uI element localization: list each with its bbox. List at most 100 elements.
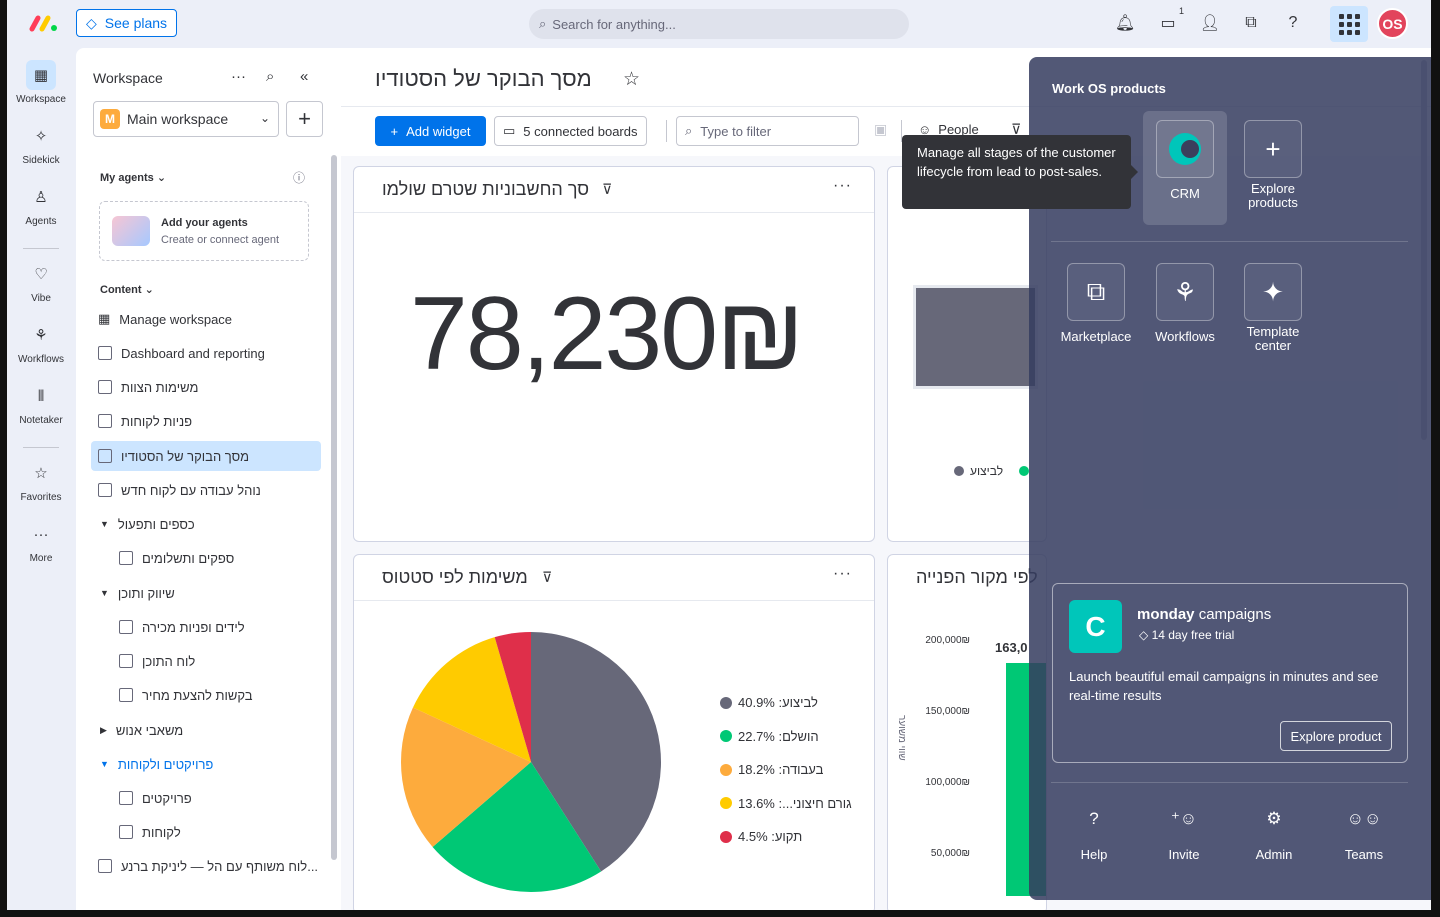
product-explore[interactable]: + Explore products — [1234, 120, 1312, 210]
widget-title: משימות לפי סטטוס — [382, 567, 528, 587]
filter-icon[interactable]: ⊽ — [602, 181, 612, 198]
invite-member-icon[interactable]: 👤︎ — [1200, 13, 1220, 33]
monday-logo[interactable] — [29, 12, 59, 34]
legend-dot — [720, 797, 732, 809]
tree-folder[interactable]: ▼ כספים ותפעול — [100, 509, 330, 539]
save-icon[interactable]: ▣ — [874, 121, 887, 138]
board-icon: ▭ — [503, 123, 516, 138]
rail-item-sidekick[interactable]: ✧ Sidekick — [7, 121, 75, 166]
tree-item-board[interactable]: משימות הצוות — [98, 372, 328, 402]
tree-label: לוח התוכן — [142, 653, 196, 669]
tree-folder[interactable]: ▼ שיווק ותוכן — [100, 578, 330, 608]
rail-item-vibe[interactable]: ♡ Vibe — [7, 259, 75, 304]
tree-item-board[interactable]: ספקים ותשלומים — [119, 543, 329, 573]
see-plans-label: See plans — [104, 15, 168, 31]
tree-item-board[interactable]: לוח התוכן — [119, 646, 329, 676]
puzzle-icon[interactable]: ⧉ — [1241, 13, 1261, 33]
shared-board-icon — [98, 859, 112, 873]
info-icon[interactable]: ⓘ — [293, 169, 305, 186]
rail-item-more[interactable]: ··· More — [7, 519, 75, 565]
workspace-scrollbar[interactable] — [331, 155, 337, 860]
workflow-icon: ⚘ — [1156, 263, 1214, 321]
board-icon — [119, 551, 133, 565]
more-icon[interactable]: ··· — [833, 177, 852, 195]
rail-label: Workspace — [16, 94, 66, 105]
rail-label: Favorites — [20, 492, 62, 503]
tree-label: בקשות להצעת מחיר — [142, 687, 253, 703]
product-label: Workflows — [1155, 329, 1215, 344]
tree-item-doc[interactable]: נוהל עבודה עם לקוח חדש — [98, 475, 328, 505]
more-icon[interactable]: ··· — [231, 68, 246, 85]
add-widget-button[interactable]: + Add widget — [375, 116, 486, 146]
collapse-icon[interactable]: « — [300, 68, 308, 85]
content-heading[interactable]: Content ⌄ — [100, 283, 154, 296]
workspace-title: Workspace — [93, 70, 163, 86]
caret-down-icon: ▼ — [100, 759, 109, 769]
product-marketplace[interactable]: ⧉ Marketplace — [1057, 263, 1135, 344]
tree-item-board[interactable]: לידים ופניות מכירה — [119, 612, 329, 642]
tree-item-board[interactable]: פרויקטים — [119, 783, 329, 813]
product-workflows[interactable]: ⚘ Workflows — [1146, 263, 1224, 344]
chart-bar — [913, 285, 1038, 389]
rail-label: Agents — [25, 216, 57, 227]
rail-item-favorites[interactable]: ☆ Favorites — [7, 458, 75, 503]
workflow-icon: ⚘ — [34, 327, 48, 344]
more-icon: ··· — [33, 525, 49, 543]
tree-item-selected-dashboard[interactable]: מסך הבוקר של הסטודיו — [91, 441, 321, 471]
workspace-logo: M — [100, 109, 120, 129]
tree-item-manage-workspace[interactable]: ▦ Manage workspace — [98, 304, 328, 334]
rail-item-workflows[interactable]: ⚘ Workflows — [7, 320, 75, 365]
workspace-selector[interactable]: M Main workspace ⌄ — [93, 101, 279, 137]
product-crm[interactable]: CRM — [1146, 120, 1224, 201]
product-template-center[interactable]: ✦ Template center — [1234, 263, 1312, 353]
search-icon[interactable]: ⌕ — [266, 68, 274, 85]
campaigns-product: campaigns — [1198, 606, 1272, 623]
legend-item: בעבודה: 18.2% — [720, 762, 823, 777]
pie-chart — [401, 632, 661, 892]
tree-folder[interactable]: ▼ פרויקטים ולקוחות — [100, 749, 330, 779]
legend-dot — [720, 763, 732, 776]
crm-icon — [1156, 120, 1214, 178]
rail-item-agents[interactable]: ♙ Agents — [7, 182, 75, 227]
see-plans-button[interactable]: ◇ See plans — [76, 9, 177, 37]
campaigns-promo-card: C monday campaigns ◇ 14 day free trial L… — [1052, 583, 1408, 763]
widget-title: סך החשבוניות שטרם שולמו — [382, 179, 590, 199]
apps-grid-button[interactable] — [1330, 6, 1368, 42]
chevron-down-icon: ⌄ — [156, 172, 167, 184]
inbox-icon[interactable]: ▭ — [1158, 13, 1178, 33]
diamond-icon: ◇ — [1139, 628, 1149, 642]
tree-item-board[interactable]: פניות לקוחות — [98, 406, 328, 436]
more-icon[interactable]: ··· — [833, 565, 852, 583]
legend-label: לביצוע: 40.9% — [738, 695, 818, 710]
product-label: Marketplace — [1060, 329, 1132, 344]
rail-item-notetaker[interactable]: ⦀ Notetaker — [7, 381, 75, 427]
rail-item-workspace[interactable]: ▦ Workspace — [7, 60, 75, 105]
my-agents-heading[interactable]: My agents ⌄ — [100, 171, 166, 184]
admin-icon: ⚙ — [1266, 809, 1282, 828]
help-icon[interactable]: ? — [1283, 13, 1303, 33]
filter-icon[interactable]: ⊽ — [542, 569, 552, 586]
explore-product-button[interactable]: Explore product — [1280, 721, 1392, 751]
tree-label: לקוחות — [142, 824, 181, 840]
footer-help[interactable]: ? Help — [1059, 809, 1129, 862]
tree-label: פרויקטים — [142, 790, 192, 806]
bell-icon[interactable]: 🔔︎ — [1115, 13, 1135, 33]
tree-item-shared-board[interactable]: לוח משותף עם הל — ליניקת ברנע... — [98, 851, 328, 881]
avatar[interactable]: OS — [1377, 8, 1408, 39]
global-search[interactable]: ⌕ Search for anything... — [529, 9, 909, 39]
y-tick-label: 100,000₪ — [925, 777, 970, 788]
footer-invite[interactable]: ⁺☺ Invite — [1149, 809, 1219, 862]
footer-admin[interactable]: ⚙ Admin — [1239, 809, 1309, 862]
favorite-star-icon[interactable]: ☆ — [623, 68, 640, 91]
tree-folder[interactable]: ▶ משאבי אנוש — [100, 715, 330, 745]
legend-label: לביצוע — [970, 464, 1004, 478]
campaigns-description: Launch beautiful email campaigns in minu… — [1069, 669, 1379, 703]
connected-boards-button[interactable]: ▭ 5 connected boards — [494, 116, 647, 146]
add-item-button[interactable]: + — [286, 101, 323, 137]
filter-input[interactable]: ⌕ Type to filter — [676, 116, 859, 146]
tree-item-board[interactable]: לקוחות — [119, 817, 329, 847]
tree-item-board[interactable]: בקשות להצעת מחיר — [119, 680, 329, 710]
footer-teams[interactable]: ☺☺ Teams — [1329, 809, 1399, 862]
add-agents-card[interactable]: Add your agents Create or connect agent — [99, 201, 309, 261]
tree-item-dashboard[interactable]: Dashboard and reporting — [98, 338, 328, 368]
